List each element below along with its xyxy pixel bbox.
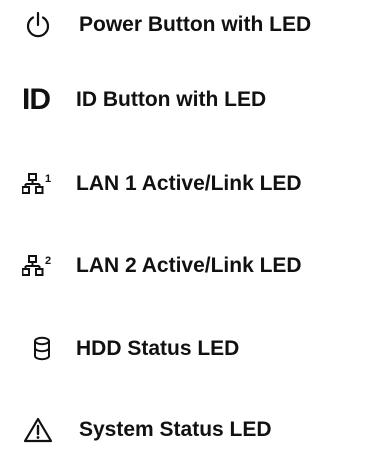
legend-item-id: ID ID Button with LED [0, 80, 373, 120]
network-icon-number: 1 [45, 173, 51, 185]
legend-item-power: Power Button with LED [0, 5, 373, 45]
legend-label: System Status LED [79, 418, 272, 441]
power-icon [18, 5, 58, 45]
network-icon: 2 [22, 246, 62, 286]
legend-label: HDD Status LED [76, 337, 240, 360]
network-icon-number: 2 [45, 255, 51, 267]
network-icon: 1 [22, 164, 62, 204]
legend-item-lan-1: 1 LAN 1 Active/Link LED [0, 164, 373, 204]
legend-item-lan-2: 2 LAN 2 Active/Link LED [0, 246, 373, 286]
legend-item-system-status: System Status LED [0, 410, 373, 450]
id-icon-text: ID [22, 83, 51, 116]
hdd-icon [22, 329, 62, 369]
legend-item-hdd: HDD Status LED [0, 329, 373, 369]
id-icon: ID [22, 80, 62, 120]
legend-label: ID Button with LED [76, 88, 267, 111]
led-legend: Power Button with LED ID ID Button with … [0, 0, 373, 450]
legend-label: Power Button with LED [79, 13, 312, 36]
legend-label: LAN 2 Active/Link LED [76, 254, 302, 277]
warning-icon [18, 410, 58, 450]
legend-label: LAN 1 Active/Link LED [76, 172, 302, 195]
